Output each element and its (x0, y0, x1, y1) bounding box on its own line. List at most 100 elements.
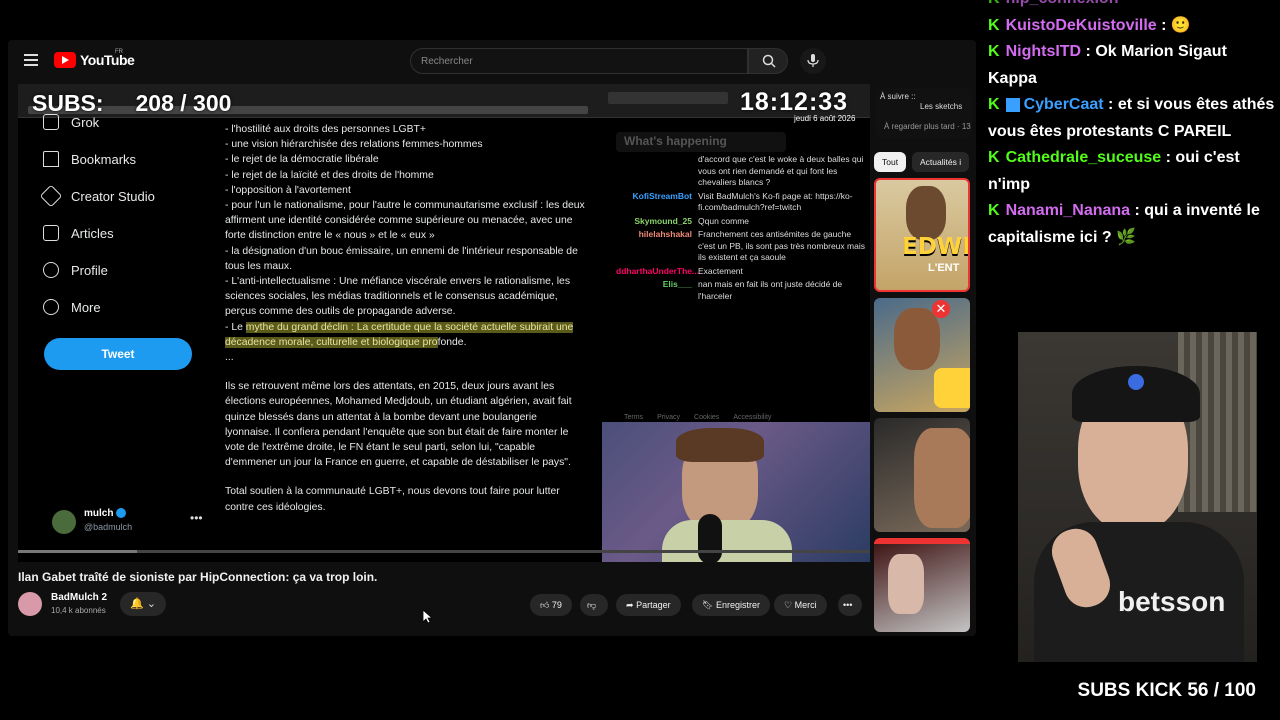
tweet-button[interactable]: Tweet (44, 338, 192, 370)
chat-message: K Cathedrale_suceuse : oui c'est n'imp (988, 145, 1280, 198)
youtube-logo-icon[interactable] (54, 52, 76, 68)
search-input[interactable]: Rechercher (410, 48, 748, 74)
close-icon: ✕ (932, 300, 950, 318)
search-button[interactable] (748, 48, 788, 74)
streamer-webcam: betsson (1018, 332, 1257, 662)
whats-happening-header: What's happening (616, 132, 786, 152)
chat-message: ddharthaUnderThe... Exactement (616, 265, 743, 276)
progress-fill (18, 550, 138, 553)
shirt-shape (662, 520, 792, 562)
thumb-person (888, 554, 924, 614)
subscriber-count: 10,4 k abonnés (51, 606, 106, 615)
chat-message: K NightsITD : Ok Marion Sigaut Kappa (988, 39, 1280, 92)
share-icon: ➦ (626, 600, 634, 610)
chat-message: Skymound_25 Qqun comme (634, 215, 750, 226)
streamer-webcam-small (602, 422, 870, 562)
stream-clock: 18:12:33 (740, 88, 849, 116)
footer-link[interactable]: Cookies (694, 414, 719, 421)
browser-tab-strip (608, 92, 728, 104)
save-button[interactable]: 🔖︎ Enregistrer (692, 594, 770, 616)
bookmark-icon (43, 151, 59, 167)
twitter-footer-links: Terms Privacy Cookies Accessibility (624, 414, 771, 421)
video-progress-bar[interactable] (18, 550, 870, 553)
thanks-button[interactable]: ♡ Merci (774, 594, 827, 616)
like-button[interactable]: 👍︎ 79 (530, 594, 572, 616)
stream-layout: YouTube FR Rechercher Grok Bookmarks Cre… (0, 0, 1280, 720)
tweet-line: - une vision hiérarchisée des relations … (225, 139, 483, 151)
nav-more[interactable]: More (43, 299, 101, 315)
more-actions-button[interactable]: ••• (838, 594, 862, 616)
hamburger-menu-icon[interactable] (24, 54, 38, 66)
recommended-thumbnail[interactable] (874, 418, 970, 532)
video-player[interactable]: Grok Bookmarks Creator Studio Articles P… (18, 84, 870, 562)
thumbs-up-icon: 👍︎ (540, 600, 550, 610)
share-button[interactable]: ➦ Partager (616, 594, 681, 616)
footer-link[interactable]: Privacy (657, 414, 680, 421)
tweet-line: ... (225, 352, 234, 364)
chip-news[interactable]: Actualités i (912, 152, 970, 172)
rocket-icon (39, 184, 63, 208)
kick-icon: K (988, 16, 1000, 34)
tweet-paragraph: Ils se retrouvent même lors des attentat… (225, 381, 572, 469)
heart-dollar-icon: ♡ (784, 600, 793, 610)
up-next-title: Les sketchs (920, 102, 963, 111)
thumb-title-text: EDWIN (902, 234, 970, 260)
up-next-playlist[interactable]: À suivre :: Les sketchs À regarder plus … (876, 88, 972, 138)
window-blinds (1178, 332, 1257, 512)
microphone-icon (698, 514, 722, 562)
dislike-button[interactable]: 👎︎ (580, 594, 608, 616)
youtube-window: YouTube FR Rechercher Grok Bookmarks Cre… (8, 40, 976, 636)
mouse-cursor-icon (423, 610, 433, 624)
notification-bell-button[interactable]: 🔔 ⌄ (120, 592, 166, 616)
chat-message: K Nanami_Nanana : qui a inventé le capita… (988, 198, 1280, 251)
bookmark-icon: 🔖︎ (702, 600, 714, 610)
avatar[interactable] (52, 510, 76, 534)
chip-all[interactable]: Tout (874, 152, 907, 172)
chat-message: Elis___ nan mais en fait ils ont juste dé… (662, 279, 843, 301)
tweet-line: - L'anti-intellectualisme : Une méfiance… (225, 276, 571, 318)
channel-name[interactable]: BadMulch 2 (51, 592, 107, 603)
jersey-sponsor: betsson (1118, 586, 1226, 617)
highlighted-text: mythe du grand déclin : La certitude que… (225, 321, 574, 348)
more-options-icon[interactable]: ••• (190, 511, 203, 525)
thumb-person (894, 308, 940, 370)
article-icon (43, 225, 59, 241)
footer-link[interactable]: Terms (624, 414, 643, 421)
voice-search-button[interactable] (800, 48, 826, 74)
chat-message: Khip_connexion (988, 0, 1280, 13)
chat-message: d'accord que c'est le woke à deux balles… (698, 154, 864, 187)
profile-name: mulch (84, 508, 127, 519)
nav-creator-studio[interactable]: Creator Studio (39, 184, 155, 208)
person-icon (43, 262, 59, 278)
thumb-person (906, 186, 946, 240)
nav-bookmarks[interactable]: Bookmarks (43, 151, 136, 167)
thumbs-down-icon: 👎︎ (587, 600, 597, 610)
chat-message: K KuistoDeKuistoville : 🙂 (988, 13, 1280, 40)
thumb-badge (934, 368, 970, 408)
kick-icon: K (988, 0, 1000, 13)
recommended-thumbnail[interactable]: EDWIN L'ENT (874, 178, 970, 292)
chat-message: hilelahshakal Franchement ces antisémites… (638, 229, 865, 262)
bell-icon: 🔔 (130, 598, 144, 610)
up-next-label: À suivre :: (880, 92, 916, 101)
twitter-page: Grok Bookmarks Creator Studio Articles P… (18, 84, 870, 562)
recommended-thumbnail[interactable]: ✕ (874, 298, 970, 412)
recommended-thumbnail[interactable] (874, 538, 970, 632)
chevron-down-icon: ⌄ (146, 598, 156, 610)
nav-profile[interactable]: Profile (43, 262, 108, 278)
channel-avatar[interactable] (18, 592, 42, 616)
region-code: FR (115, 49, 123, 55)
inner-stream-chat: d'accord que c'est le woke à deux balles… (616, 154, 870, 454)
chat-message: K CyberCaat : et si vous êtes athés vous … (988, 92, 1280, 145)
chat-message: KofiStreamBot Visit BadMulch's Ko-fi page… (632, 190, 853, 213)
nav-articles[interactable]: Articles (43, 225, 114, 241)
youtube-logo-text[interactable]: YouTube (80, 52, 135, 68)
subs-counter: SUBS: 208 / 300 (32, 90, 232, 116)
footer-link[interactable]: Accessibility (733, 414, 771, 421)
thumb-bar (874, 538, 970, 544)
profile-handle: @badmulch (84, 522, 133, 532)
badge-icon (1005, 97, 1020, 112)
tweet-line: - le rejet de la laïcité et des droits d… (225, 169, 434, 181)
tweet-paragraph: Total soutien à la communauté LGBT+, nou… (225, 486, 560, 513)
tweet-line: - l'hostilité aux droits des personnes L… (225, 124, 426, 135)
